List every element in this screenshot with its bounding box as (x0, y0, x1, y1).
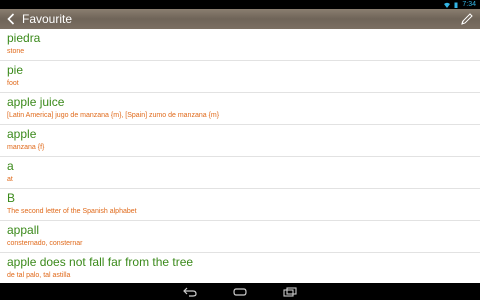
list-item-definition: foot (7, 80, 19, 87)
list-item-word: apple juice (7, 95, 65, 109)
list-item-definition: manzana {f} (7, 144, 45, 151)
list-item-word: apple (7, 127, 37, 141)
list-item[interactable]: appall consternado, consternar (0, 221, 480, 253)
page-title: Favourite (22, 12, 73, 26)
nav-back-icon[interactable] (182, 286, 198, 298)
list-item-definition: consternado, consternar (7, 240, 83, 247)
list-item-definition: The second letter of the Spanish alphabe… (7, 208, 137, 215)
list-item-word: piedra (7, 31, 41, 45)
favourite-list: piedra stone pie foot apple juice [Latin… (0, 29, 480, 283)
status-time: 7:34 (462, 1, 476, 8)
list-item[interactable]: piedra stone (0, 29, 480, 61)
wifi-icon (444, 2, 451, 8)
list-item[interactable]: apple does not fall far from the tree de… (0, 253, 480, 283)
list-item-definition: at (7, 176, 13, 183)
list-item-definition: [Latin America] jugo de manzana {m}, [Sp… (7, 112, 220, 119)
list-item-word: B (7, 191, 16, 205)
back-icon[interactable] (2, 9, 20, 29)
edit-icon[interactable] (460, 12, 474, 26)
list-item[interactable]: pie foot (0, 61, 480, 93)
list-item-word: appall (7, 223, 40, 237)
action-bar: Favourite (0, 9, 480, 29)
list-item[interactable]: apple juice [Latin America] jugo de manz… (0, 93, 480, 125)
list-item-word: apple does not fall far from the tree (7, 255, 194, 269)
nav-home-icon[interactable] (232, 286, 248, 298)
nav-recents-icon[interactable] (282, 286, 298, 298)
list-item[interactable]: a at (0, 157, 480, 189)
list-item-definition: stone (7, 48, 25, 55)
navigation-bar (0, 283, 480, 300)
status-bar: 7:34 (0, 0, 480, 9)
list-item[interactable]: apple manzana {f} (0, 125, 480, 157)
battery-icon (453, 2, 459, 8)
list-item-definition: de tal palo, tal astilla (7, 272, 71, 279)
list-item[interactable]: B The second letter of the Spanish alpha… (0, 189, 480, 221)
list-item-word: a (7, 159, 14, 173)
list-item-word: pie (7, 63, 24, 77)
